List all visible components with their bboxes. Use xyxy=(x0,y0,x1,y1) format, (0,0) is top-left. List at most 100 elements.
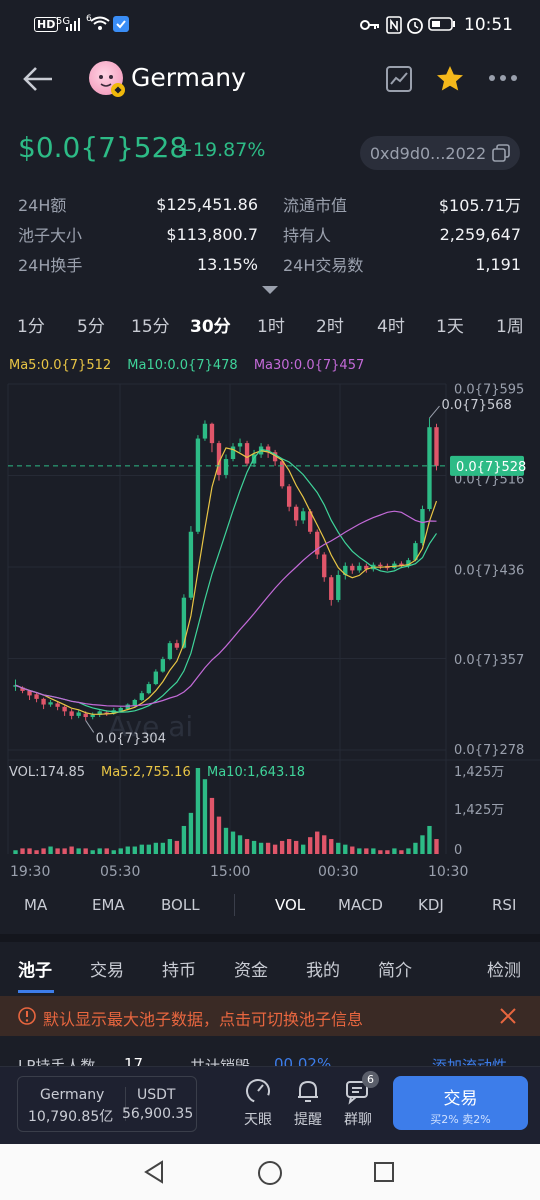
tab-mine[interactable]: 我的 xyxy=(306,956,340,981)
candle-body xyxy=(202,423,208,439)
battery-icon xyxy=(428,17,455,31)
candle-body xyxy=(286,486,292,507)
low-pointer xyxy=(85,720,95,733)
section-divider xyxy=(0,934,540,942)
indicator-macd[interactable]: MACD xyxy=(338,896,383,914)
nav-recents-icon[interactable] xyxy=(373,1161,395,1183)
stat-label: 24H交易数 xyxy=(283,256,364,275)
key-icon xyxy=(360,20,379,30)
skyeye-button[interactable]: 天眼 xyxy=(238,1077,278,1129)
stats-left: 24H额 $125,451.86 池子大小 $113,800.7 24H换手 13.1… xyxy=(18,189,258,279)
volume-bar xyxy=(293,840,299,854)
trade-fee-label: 买2% 卖2% xyxy=(430,1113,491,1126)
expand-stats-chevron-icon[interactable] xyxy=(260,284,280,296)
volume-bar xyxy=(279,840,285,854)
candle-body xyxy=(329,577,334,600)
tab-pool[interactable]: 池子 xyxy=(18,956,52,981)
trade-button[interactable]: 交易 买2% 卖2% xyxy=(393,1076,528,1130)
volume-bar xyxy=(399,850,404,854)
timeframe-30m[interactable]: 30分 xyxy=(190,312,231,337)
volume-bar xyxy=(251,840,257,854)
candle-body xyxy=(378,564,383,567)
contract-address-chip[interactable]: 0xd9d0...2022 xyxy=(360,136,520,170)
stat-value: 1,191 xyxy=(475,254,521,274)
tab-intro[interactable]: 简介 xyxy=(378,956,412,981)
timeframe-1h[interactable]: 1时 xyxy=(257,312,285,337)
indicator-vol[interactable]: VOL xyxy=(275,896,305,914)
price-chart[interactable]: Ave.ai0.0{7}5950.0{7}5160.0{7}4360.0{7}3… xyxy=(0,374,540,886)
chart-icon[interactable] xyxy=(386,66,412,92)
indicator-ema[interactable]: EMA xyxy=(92,896,125,914)
page-title: Germany xyxy=(131,63,246,92)
volume-bar xyxy=(301,844,306,854)
indicator-boll[interactable]: BOLL xyxy=(161,896,200,914)
timeframe-5m[interactable]: 5分 xyxy=(77,312,105,337)
volume-bar xyxy=(420,835,425,854)
group-chat-button[interactable]: 群聊 6 xyxy=(338,1071,379,1129)
timeframe-1w[interactable]: 1周 xyxy=(496,312,524,337)
favorite-star-icon[interactable] xyxy=(435,64,465,94)
nav-home-icon[interactable] xyxy=(257,1160,283,1186)
nav-back-icon[interactable] xyxy=(143,1160,165,1184)
pool-notice[interactable]: 默认显示最大池子数据，点击可切换池子信息 xyxy=(0,996,540,1036)
price-change: +19.87% xyxy=(177,139,266,161)
indicator-rsi[interactable]: RSI xyxy=(492,896,516,914)
candle-body xyxy=(153,671,159,685)
candle-body xyxy=(160,659,166,672)
timeframe-1d[interactable]: 1天 xyxy=(436,312,464,337)
signal-bars-icon xyxy=(66,18,80,31)
tab-holders[interactable]: 持币 xyxy=(162,956,196,981)
timeframe-1m[interactable]: 1分 xyxy=(17,312,45,337)
x-axis-label: 00:30 xyxy=(318,864,358,880)
back-arrow-icon[interactable] xyxy=(22,66,54,92)
tab-audit[interactable]: 检测 xyxy=(487,956,521,981)
alert-button[interactable]: 提醒 xyxy=(288,1077,328,1129)
volume-bar xyxy=(83,848,88,854)
vol-tick-label: 0 xyxy=(454,843,462,858)
volume-bar xyxy=(336,842,341,854)
candle-body xyxy=(237,443,243,447)
eye-gauge-icon xyxy=(246,1079,270,1103)
volume-bar xyxy=(322,835,327,854)
tab-trades[interactable]: 交易 xyxy=(90,956,124,981)
trade-button-label: 交易 xyxy=(443,1089,478,1109)
hd-indicator: HD xyxy=(34,17,59,32)
close-icon[interactable] xyxy=(499,1007,517,1025)
copy-icon[interactable] xyxy=(492,144,510,162)
volume-bar xyxy=(188,812,194,854)
skyeye-label: 天眼 xyxy=(244,1112,272,1128)
vol-legend-ma10: Ma10:1,643.18 xyxy=(207,765,305,780)
volume-bar xyxy=(48,846,53,854)
tab-funds[interactable]: 资金 xyxy=(234,956,268,981)
volume-bar xyxy=(146,844,151,854)
timeframe-15m[interactable]: 15分 xyxy=(131,312,170,337)
candle-body xyxy=(420,509,425,544)
reserve-quote-name: USDT xyxy=(137,1087,176,1103)
candle-body xyxy=(174,643,180,648)
candle-body xyxy=(357,565,362,571)
candle-body xyxy=(223,459,229,475)
vol-tick-label: 1,425万 xyxy=(454,803,504,818)
vol-tick-label: 1,425万 xyxy=(454,765,504,780)
timeframe-2h[interactable]: 2时 xyxy=(316,312,344,337)
indicator-ma[interactable]: MA xyxy=(24,896,47,914)
stat-value: 2,259,647 xyxy=(439,224,521,244)
stat-value: $113,800.7 xyxy=(166,224,258,244)
stat-value: $125,451.86 xyxy=(156,194,258,214)
volume-bar xyxy=(209,797,215,854)
stat-row: 持有人 2,259,647 xyxy=(283,219,521,249)
volume-bar xyxy=(118,848,123,854)
candle-body xyxy=(55,703,60,707)
timeframe-4h[interactable]: 4时 xyxy=(377,312,405,337)
vol-legend-total: VOL:174.85 xyxy=(9,765,85,780)
candle-body xyxy=(48,702,53,705)
volume-bar xyxy=(195,768,201,854)
candle-body xyxy=(69,711,74,716)
volume-bar xyxy=(364,848,369,854)
indicator-kdj[interactable]: KDJ xyxy=(418,896,444,914)
stat-label: 24H额 xyxy=(18,196,67,215)
volume-bar xyxy=(286,839,292,854)
volume-bar xyxy=(55,848,60,854)
more-options-icon[interactable] xyxy=(488,74,518,82)
volume-bar xyxy=(308,837,313,854)
